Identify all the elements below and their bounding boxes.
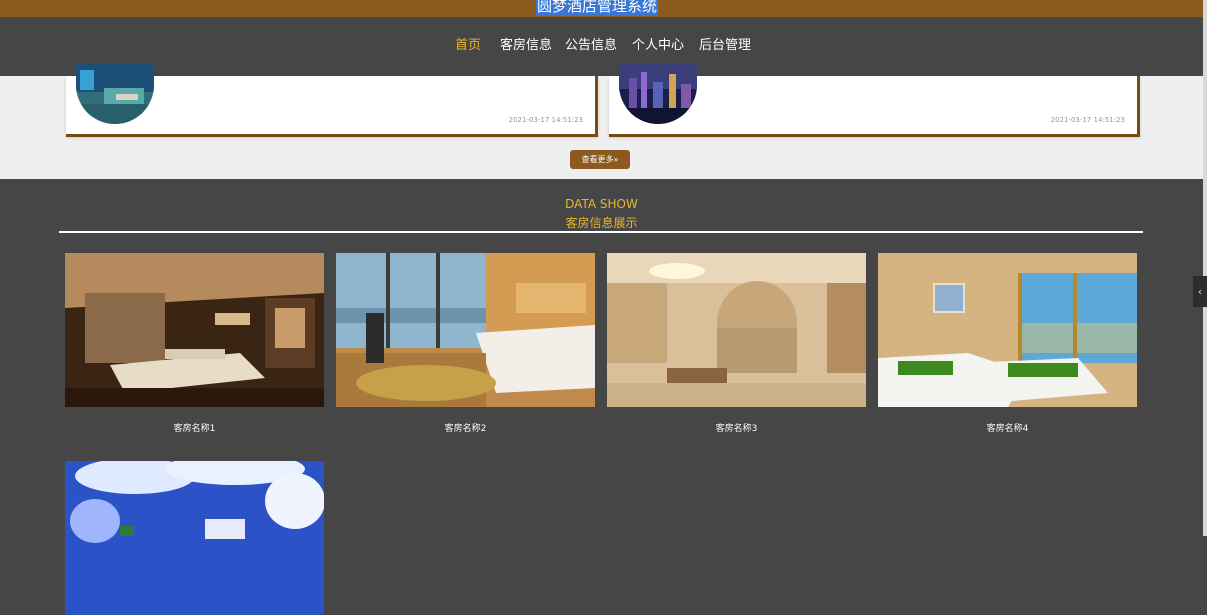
chevron-left-icon: ‹ [1197,285,1203,298]
nav-item-notices[interactable]: 公告信息 [565,38,617,54]
nav-item-profile[interactable]: 个人中心 [632,38,684,54]
room-name: 客房名称3 [715,424,758,434]
room-image [607,253,866,407]
nav-item-rooms[interactable]: 客房信息 [500,38,552,54]
view-more-button[interactable]: 查看更多» [570,150,630,169]
title-bar: 圆梦酒店管理系统 [0,0,1203,17]
section-title-en: DATA SHOW [565,197,638,211]
main-nav: 首页 客房信息 公告信息 个人中心 后台管理 [0,17,1203,76]
room-card[interactable]: 客房名称4 [878,253,1137,434]
notice-date: 2021-03-17 14:51:23 [508,116,583,124]
room-image [878,253,1137,407]
nav-item-home[interactable]: 首页 [455,38,481,54]
room-card[interactable]: 客房名称2 [336,253,595,434]
notice-thumbnail [619,64,697,124]
room-name: 客房名称1 [173,424,216,434]
room-card[interactable] [65,461,324,615]
app-title: 圆梦酒店管理系统 [536,0,659,16]
room-image [65,253,324,407]
section-divider [59,231,1143,233]
nav-item-admin[interactable]: 后台管理 [699,38,751,54]
side-panel-toggle[interactable]: ‹ [1193,276,1207,307]
notice-date: 2021-03-17 14:51:23 [1050,116,1125,124]
room-card[interactable]: 客房名称3 [607,253,866,434]
notice-section: 2021-03-17 14:51:23 2021-03-17 14:51:23 … [0,64,1203,179]
notice-card[interactable]: 2021-03-17 14:51:23 [609,64,1140,137]
notice-card[interactable]: 2021-03-17 14:51:23 [66,64,598,137]
notice-thumbnail [76,64,154,124]
room-image [336,253,595,407]
room-name: 客房名称4 [986,424,1029,434]
room-image [65,461,324,615]
section-title-cn: 客房信息展示 [565,216,638,230]
room-name: 客房名称2 [444,424,487,434]
page-scrollbar[interactable] [1203,0,1207,536]
room-card[interactable]: 客房名称1 [65,253,324,434]
